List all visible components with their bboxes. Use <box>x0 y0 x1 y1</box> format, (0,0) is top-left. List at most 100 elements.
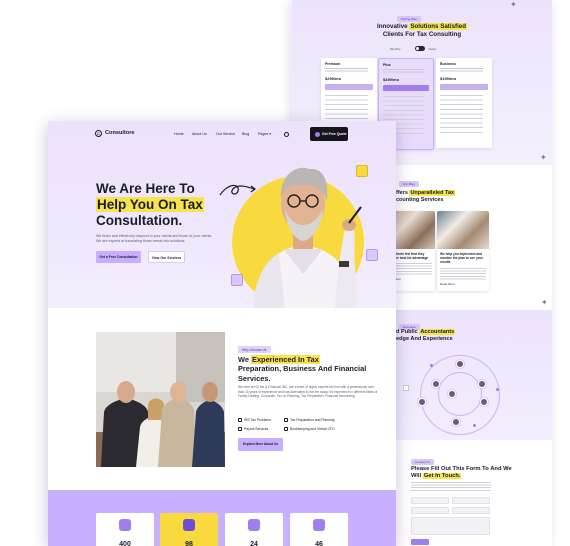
plan-price: $299/mo <box>325 76 342 81</box>
plan-description <box>325 68 369 73</box>
team-photo <box>96 332 225 467</box>
nav-item-home[interactable]: Home <box>174 132 184 136</box>
pricing-pill: Pricing Plan <box>397 16 422 22</box>
logo-icon[interactable]: C <box>95 130 102 137</box>
about-title-post: Preparation, Business And Financial Serv… <box>238 364 367 383</box>
phone-icon <box>315 131 320 137</box>
plan-price: $199/mo <box>440 76 457 81</box>
building-icon <box>183 519 195 531</box>
pricing-title-highlight: Solutions Satisfied <box>409 23 468 30</box>
plan-features <box>440 93 484 133</box>
pricing-title-pre: Innovative <box>376 23 410 30</box>
check-icon <box>238 427 242 432</box>
team-avatar <box>448 390 456 398</box>
nav-item-services[interactable]: Our Service <box>216 132 235 136</box>
submit-button[interactable] <box>411 539 429 545</box>
name-field[interactable] <box>411 497 449 504</box>
stat-value: 98 <box>185 541 193 546</box>
team-title: d Public Accountants edge And Experience <box>396 329 506 343</box>
form-description <box>411 482 491 492</box>
service-image <box>437 211 489 249</box>
navbar: C Consultore Home About Us Our Service B… <box>48 121 396 146</box>
free-quote-label: Get Free Quote <box>322 132 347 136</box>
search-icon[interactable] <box>284 132 289 137</box>
explore-about-button[interactable]: Explore More About Us <box>238 438 283 451</box>
about-paragraph: We here at N3 Tax & Financial INC, are a… <box>238 385 378 399</box>
orbit-ring-inner <box>438 372 482 416</box>
hero-consultant-photo <box>253 167 362 309</box>
services-pill: Our Blog <box>399 181 419 187</box>
team-avatar <box>478 380 486 388</box>
slider-arrow-icon[interactable] <box>403 385 409 391</box>
nav-item-blog[interactable]: Blog <box>242 132 249 136</box>
services-title-post: counting Services <box>396 197 444 203</box>
about-title-highlight: Experienced In Tax <box>251 355 320 364</box>
email-field[interactable] <box>452 497 490 504</box>
team-title-pre: d Public <box>396 329 420 335</box>
team-avatar <box>480 398 488 406</box>
services-title-highlight: Unparalleled Tax <box>409 190 456 196</box>
team-avatar <box>452 418 460 426</box>
nav-item-about[interactable]: About Us <box>192 132 207 136</box>
feature-item: Bookkeeping and Virtual CFO <box>284 427 335 432</box>
plan-description <box>440 68 484 73</box>
service-card[interactable]: We help you implement and monitor the pl… <box>437 211 489 291</box>
billing-toggle[interactable] <box>415 46 425 51</box>
subject-field[interactable] <box>452 507 490 514</box>
team-title-highlight: Accountants <box>419 329 456 335</box>
hero-title-line3: Consultation. <box>96 212 183 228</box>
plan-card-business: Business $199/mo <box>436 58 492 148</box>
team-avatar <box>432 380 440 388</box>
billing-toggle-row: Monthly Yearly <box>390 46 450 52</box>
feature-label: Tax Preparation and Planning <box>290 418 335 422</box>
orbit-dot <box>496 388 499 391</box>
team-avatar <box>418 398 426 406</box>
scales-icon <box>231 274 243 286</box>
nav-item-pages[interactable]: Pages ▾ <box>258 132 271 136</box>
clock-icon <box>248 519 260 531</box>
feature-label: IRS Tax Problems <box>244 418 272 422</box>
message-field[interactable] <box>411 517 490 535</box>
plan-name: Plus <box>383 63 391 67</box>
team-title-post: edge And Experience <box>396 336 453 342</box>
stat-card: 46 <box>290 513 348 546</box>
stat-card: 400 <box>96 513 154 546</box>
pricing-title-post: Clients For Tax Consulting <box>382 31 462 38</box>
plan-price: $499/mo <box>383 77 400 82</box>
sparkle-icon: ✦ <box>541 298 548 307</box>
front-page-preview: C Consultore Home About Us Our Service B… <box>48 121 396 546</box>
free-quote-button[interactable]: Get Free Quote <box>310 127 348 141</box>
why-choose-pill: Why Choose Us <box>238 346 271 353</box>
hero-title-line1: We Are Here To <box>96 181 195 196</box>
phone-field[interactable] <box>411 507 449 514</box>
plan-button[interactable] <box>440 84 488 90</box>
service-text: We help you implement and monitor the pl… <box>440 252 483 265</box>
services-title: ffers Unparalleled Tax counting Services <box>396 190 456 204</box>
hero-subtitle: We listen and effectively respond to you… <box>96 234 213 243</box>
coin-icon <box>356 165 368 177</box>
feature-item: Payroll Services <box>238 427 268 432</box>
pricing-title: Innovative Solutions Satisfied Clients F… <box>332 23 512 39</box>
sparkle-icon: ✦ <box>510 0 517 9</box>
toggle-label-yearly: Yearly <box>428 47 437 51</box>
form-pill: Contact Us <box>411 459 434 465</box>
toggle-label-monthly: Monthly <box>390 47 401 51</box>
plan-button[interactable] <box>383 85 429 91</box>
form-title-highlight: Get In Touch. <box>422 473 462 480</box>
feature-label: Bookkeeping and Virtual CFO <box>290 427 335 431</box>
thumbs-up-icon <box>313 519 325 531</box>
orbit-dot <box>430 364 433 367</box>
plan-description <box>383 69 425 74</box>
calculator-icon <box>366 249 378 261</box>
stat-value: 24 <box>250 541 258 546</box>
users-icon <box>119 519 131 531</box>
check-icon <box>238 418 242 423</box>
hero-title-highlight: Help You On Tax <box>96 196 204 212</box>
form-title: Please Fill Out This Form To And We Will… <box>411 466 521 481</box>
free-consultation-button[interactable]: Get a Free Consultation <box>96 251 141 263</box>
plan-button[interactable] <box>325 84 373 90</box>
logo-text[interactable]: Consultore <box>105 130 135 136</box>
view-services-button[interactable]: View Our Services <box>148 251 185 263</box>
read-more-link[interactable]: Read More <box>437 280 489 288</box>
check-icon <box>284 427 288 432</box>
